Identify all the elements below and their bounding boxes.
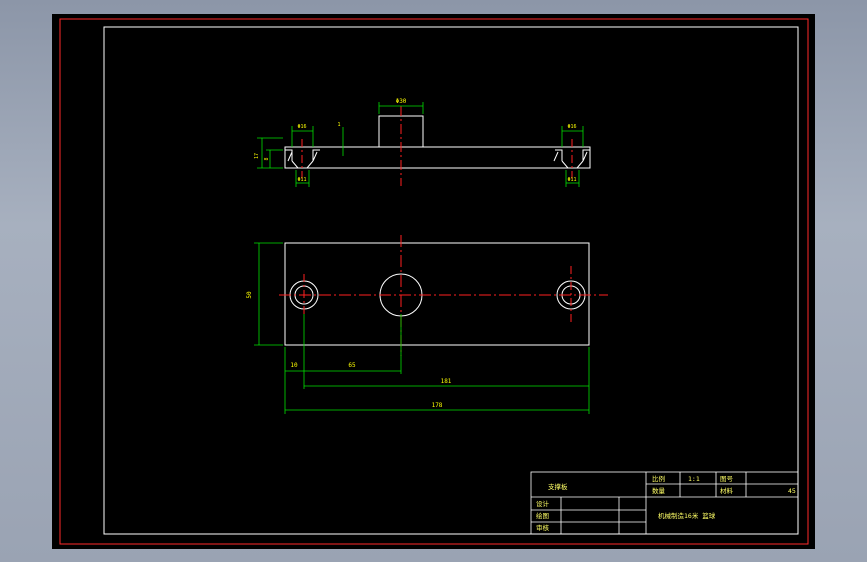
plan-view: 50 10 65 181 178 <box>246 235 608 414</box>
title-checker-label: 审核 <box>536 523 550 532</box>
cad-viewport[interactable]: Φ30 Φ16 Φ11 Φ16 Φ11 1 17 8 50 10 65 181 … <box>52 14 815 549</box>
title-scale-label: 比例 <box>652 474 665 483</box>
title-scale-value: 1:1 <box>688 475 700 483</box>
plate-section-outline <box>284 146 591 169</box>
cad-drawing-canvas: Φ30 Φ16 Φ11 Φ16 Φ11 1 17 8 50 10 65 181 … <box>59 18 809 545</box>
dim-left-hole-top: Φ16 <box>297 124 306 130</box>
dim-height-total: 17 <box>254 153 260 159</box>
title-drafter-label: 绘图 <box>536 511 549 520</box>
outer-border-frame <box>59 18 809 545</box>
title-block: 支撑板 比例 1:1 数量 图号 材料 45 设计 绘图 审核 机械制造16米 … <box>530 471 799 535</box>
title-school-label: 机械制造16米 篮球 <box>658 511 716 520</box>
title-part-name: 支撑板 <box>548 482 568 491</box>
dim-offset-center: 65 <box>348 362 356 369</box>
dim-left-hole-bottom: Φ11 <box>297 177 306 183</box>
dim-small-offset: 1 <box>337 122 340 128</box>
dim-total-length: 178 <box>432 402 443 409</box>
title-qty-label: 数量 <box>652 486 666 495</box>
dim-right-hole-bottom: Φ11 <box>567 177 576 183</box>
dim-hole-span: 181 <box>441 378 452 385</box>
title-designer-label: 设计 <box>536 499 550 508</box>
inner-drawing-frame <box>103 26 799 535</box>
dim-right-hole-top: Φ16 <box>567 124 576 130</box>
dim-height-counterbore: 8 <box>264 157 270 160</box>
dim-boss-width: Φ30 <box>396 98 407 105</box>
title-material-label: 材料 <box>720 486 734 495</box>
dim-plan-height: 50 <box>246 291 253 299</box>
plate-plan-outline <box>284 242 590 346</box>
title-material-value: 45 <box>788 487 796 495</box>
top-section-view: Φ30 Φ16 Φ11 Φ16 Φ11 1 17 8 <box>254 98 591 187</box>
dim-offset-small: 10 <box>290 362 298 369</box>
title-drawing-no-label: 图号 <box>720 475 734 483</box>
